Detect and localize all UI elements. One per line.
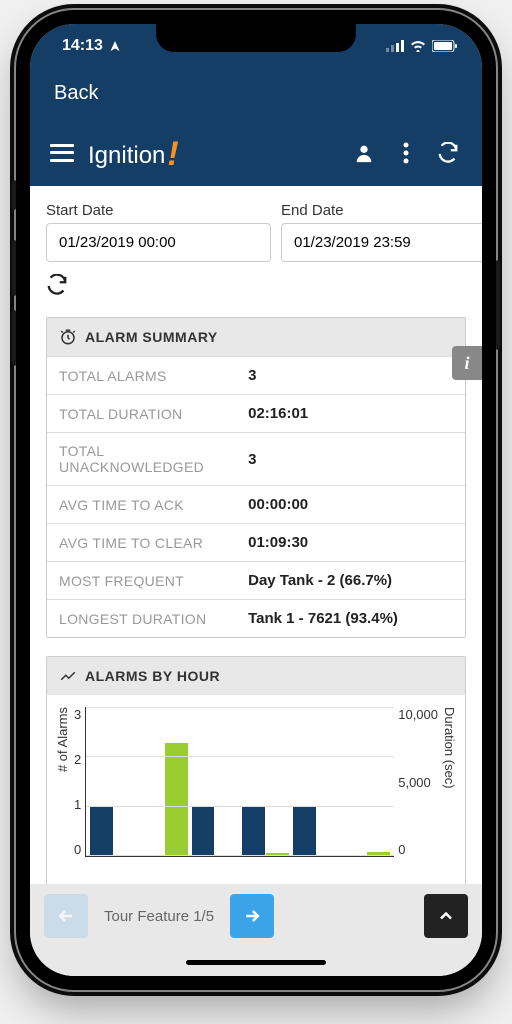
tour-next-button[interactable] xyxy=(230,894,274,938)
summary-row: TOTAL DURATION02:16:01 xyxy=(47,394,465,432)
wifi-icon xyxy=(410,40,426,52)
bar-group xyxy=(293,707,340,856)
back-button[interactable]: Back xyxy=(30,68,482,123)
tour-bar: Tour Feature 1/5 xyxy=(30,884,482,948)
start-date-label: Start Date xyxy=(46,202,271,219)
menu-icon[interactable] xyxy=(50,144,74,162)
status-time: 14:13 xyxy=(62,37,103,55)
summary-row: TOTAL UNACKNOWLEDGED3 xyxy=(47,432,465,485)
bar-group xyxy=(242,707,289,856)
scroll-up-button[interactable] xyxy=(424,894,468,938)
summary-row: AVG TIME TO ACK00:00:00 xyxy=(47,485,465,523)
content-area: Start Date End Date Top i xyxy=(30,186,482,884)
tour-prev-button[interactable] xyxy=(44,894,88,938)
bar-group xyxy=(192,707,239,856)
alarm-summary-panel: ALARM SUMMARY TOTAL ALARMS3 TOTAL DURATI… xyxy=(46,317,466,638)
brand-logo: Ignition! xyxy=(88,133,179,172)
bar-group xyxy=(344,707,391,856)
summary-row: LONGEST DURATIONTank 1 - 7621 (93.4%) xyxy=(47,599,465,637)
chart-icon xyxy=(59,667,77,685)
bar-group xyxy=(90,707,137,856)
end-date-input[interactable] xyxy=(281,223,482,262)
location-icon xyxy=(109,40,121,52)
battery-icon xyxy=(432,40,458,52)
tour-text: Tour Feature 1/5 xyxy=(104,908,214,925)
chart-title: ALARMS BY HOUR xyxy=(85,668,220,684)
start-date-input[interactable] xyxy=(46,223,271,262)
end-date-label: End Date xyxy=(281,202,482,219)
more-icon[interactable] xyxy=(392,139,420,167)
alarms-by-hour-panel: ALARMS BY HOUR # of Alarms 3 2 1 0 xyxy=(46,656,466,884)
reload-button[interactable] xyxy=(46,274,466,301)
summary-row: MOST FREQUENTDay Tank - 2 (66.7%) xyxy=(47,561,465,599)
summary-row: TOTAL ALARMS3 xyxy=(47,356,465,394)
info-tab[interactable]: i xyxy=(452,346,482,380)
refresh-icon[interactable] xyxy=(434,139,462,167)
app-header: Ignition! xyxy=(30,123,482,186)
bar-chart: # of Alarms 3 2 1 0 10,000 5,000 0 xyxy=(47,695,465,884)
home-indicator[interactable] xyxy=(30,948,482,976)
user-icon[interactable] xyxy=(350,139,378,167)
signal-icon xyxy=(386,40,404,52)
bar-group xyxy=(141,707,188,856)
summary-row: AVG TIME TO CLEAR01:09:30 xyxy=(47,523,465,561)
clock-icon xyxy=(59,328,77,346)
summary-title: ALARM SUMMARY xyxy=(85,329,218,345)
